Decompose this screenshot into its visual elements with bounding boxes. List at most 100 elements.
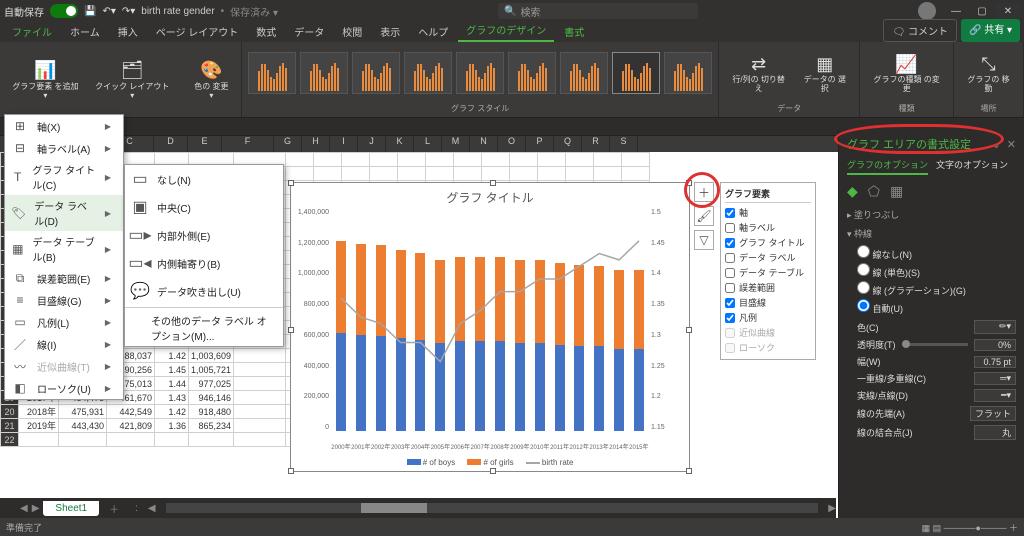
switch-row-col-button[interactable]: ⇄行/列の 切り替え [725, 50, 792, 96]
fill-line-icon[interactable]: ◆ [847, 183, 858, 200]
section-fill[interactable]: 塗りつぶし [839, 204, 1024, 223]
section-line[interactable]: 枠線 [839, 223, 1024, 242]
tab-data[interactable]: データ [286, 21, 332, 42]
y-axis-left[interactable]: 1,400,0001,200,0001,000,000800,000600,00… [293, 209, 329, 431]
chart-style-thumb[interactable] [664, 52, 712, 94]
flyout-item[interactable]: 目盛線 [725, 295, 811, 310]
chart-title[interactable]: グラフ タイトル [291, 183, 689, 212]
line-solid-radio[interactable]: 線 (単色)(S) [857, 262, 1016, 280]
menu-item-data_table[interactable]: ▦データ テーブル(B)▶ [5, 231, 123, 267]
chart-styles-gallery[interactable] [248, 44, 712, 102]
flyout-item[interactable]: データ テーブル [725, 265, 811, 280]
chart-style-thumb[interactable] [300, 52, 348, 94]
tab-help[interactable]: ヘルプ [410, 21, 456, 42]
add-chart-element-menu[interactable]: ⊞軸(X)▶⊟軸ラベル(A)▶Tグラフ タイトル(C)▶🏷データ ラベル(D)▶… [4, 114, 124, 400]
add-chart-element-button[interactable]: 📊 グラフ要素 を追加 ▾ [6, 57, 85, 103]
chart-elements-plus-button[interactable]: ＋ [694, 182, 714, 202]
x-axis[interactable]: 2000年2001年2002年2003年2004年2005年2006年2007年… [331, 442, 649, 451]
autosave-toggle[interactable] [50, 4, 78, 18]
tab-file[interactable]: ファイル [4, 21, 60, 42]
change-chart-type-button[interactable]: 📈グラフの種類 の変更 [866, 50, 947, 96]
tab-formulas[interactable]: 数式 [248, 21, 284, 42]
y-axis-right[interactable]: 1.51.451.41.351.31.251.21.15 [651, 209, 687, 431]
chart-styles-brush-button[interactable]: 🖌 [694, 206, 714, 226]
width-value[interactable]: 0.75 pt [974, 356, 1016, 368]
menu-item-updown_bars[interactable]: ◧ローソク(U)▶ [5, 377, 123, 399]
chart-filter-button[interactable]: ▽ [694, 230, 714, 250]
chart-style-thumb[interactable] [352, 52, 400, 94]
move-chart-button[interactable]: ⤡グラフの 移動 [960, 50, 1017, 96]
flyout-item[interactable]: 凡例 [725, 310, 811, 325]
user-avatar[interactable] [918, 2, 936, 20]
share-button[interactable]: 🔗 共有 ▾ [961, 19, 1020, 42]
pane-dropdown-icon[interactable]: ⌄ [992, 138, 1001, 151]
submenu-item-more[interactable]: その他のデータ ラベル オプション(M)... [125, 310, 283, 346]
chart-style-thumb[interactable] [508, 52, 556, 94]
cap-value[interactable]: フラット [970, 406, 1016, 421]
tab-insert[interactable]: 挿入 [110, 21, 146, 42]
sheet-scroll-right-icon[interactable]: ▶ [32, 503, 40, 514]
data-labels-submenu[interactable]: ▭なし(N)▣中央(C)▭▸内部外側(E)▭◂内側軸寄り(B)💬データ吹き出し(… [124, 164, 284, 347]
tab-review[interactable]: 校閲 [334, 21, 370, 42]
transparency-value[interactable]: 0% [974, 339, 1016, 351]
pane-tab-text-options[interactable]: 文字のオプション [936, 158, 1008, 175]
change-colors-button[interactable]: 🎨 色の 変更 ▾ [188, 57, 236, 103]
tab-format[interactable]: 書式 [556, 21, 592, 42]
menu-item-axes[interactable]: ⊞軸(X)▶ [5, 115, 123, 137]
compound-value[interactable]: ═▾ [974, 372, 1016, 385]
minimize-button[interactable]: — [944, 3, 968, 19]
undo-icon[interactable]: ↶▾ [102, 6, 115, 17]
format-pane[interactable]: グラフ エリアの書式設定 ⌄ ✕ グラフのオプション 文字のオプション ◆ ⬠ … [838, 130, 1024, 518]
pane-tab-chart-options[interactable]: グラフのオプション [847, 158, 928, 175]
sheet-scroll-left-icon[interactable]: ◀ [20, 503, 28, 514]
tab-page-layout[interactable]: ページ レイアウト [148, 21, 247, 42]
hscroll-left-icon[interactable]: ◀ [148, 503, 156, 514]
tab-chart-design[interactable]: グラフのデザイン [458, 19, 554, 42]
chart-legend[interactable]: # of boys # of girls birth rate [291, 458, 689, 467]
chart-style-thumb[interactable] [612, 52, 660, 94]
add-sheet-button[interactable]: ＋ [103, 501, 125, 516]
submenu-item-inside_base[interactable]: ▭◂内側軸寄り(B) [125, 249, 283, 277]
comments-button[interactable]: 🗨 コメント [883, 19, 956, 42]
dash-value[interactable]: ━▾ [974, 389, 1016, 402]
line-none-radio[interactable]: 線なし(N) [857, 244, 1016, 262]
menu-item-trendline[interactable]: 〰近似曲線(T)▶ [5, 355, 123, 377]
saved-status[interactable]: 保存済み ▾ [230, 4, 278, 19]
menu-item-legend[interactable]: ▭凡例(L)▶ [5, 311, 123, 333]
embedded-chart[interactable]: グラフ タイトル 1,400,0001,200,0001,000,000800,… [290, 182, 690, 472]
color-picker[interactable]: ✏▾ [974, 320, 1016, 334]
flyout-item[interactable]: グラフ タイトル [725, 235, 811, 250]
menu-item-lines[interactable]: ／線(I)▶ [5, 333, 123, 355]
flyout-item[interactable]: 軸 [725, 205, 811, 220]
menu-item-error_bars[interactable]: ⧉誤差範囲(E)▶ [5, 267, 123, 289]
transparency-slider[interactable] [902, 343, 969, 346]
flyout-item[interactable]: データ ラベル [725, 250, 811, 265]
plot-area[interactable] [331, 209, 649, 431]
maximize-button[interactable]: ▢ [970, 3, 994, 19]
submenu-item-none[interactable]: ▭なし(N) [125, 165, 283, 193]
menu-item-chart_title[interactable]: Tグラフ タイトル(C)▶ [5, 159, 123, 195]
line-auto-radio[interactable]: 自動(U) [857, 298, 1016, 316]
tab-view[interactable]: 表示 [372, 21, 408, 42]
search-box[interactable]: 🔍 検索 [498, 3, 698, 19]
submenu-item-inside_end[interactable]: ▭▸内部外側(E) [125, 221, 283, 249]
line-series[interactable] [331, 209, 649, 432]
chart-style-thumb[interactable] [456, 52, 504, 94]
join-value[interactable]: 丸 [974, 425, 1016, 440]
select-data-button[interactable]: ▦データの 選択 [796, 50, 853, 96]
chart-style-thumb[interactable] [404, 52, 452, 94]
submenu-item-callout[interactable]: 💬データ吹き出し(U) [125, 277, 283, 305]
close-button[interactable]: ✕ [996, 3, 1020, 19]
tab-home[interactable]: ホーム [62, 21, 108, 42]
menu-item-axis_titles[interactable]: ⊟軸ラベル(A)▶ [5, 137, 123, 159]
chart-elements-flyout[interactable]: グラフ要素 軸 軸ラベル グラフ タイトル データ ラベル データ テーブル 誤… [720, 182, 816, 360]
menu-item-data_labels[interactable]: 🏷データ ラベル(D)▶ [5, 195, 123, 231]
horizontal-scrollbar[interactable] [166, 503, 819, 513]
chart-style-thumb[interactable] [560, 52, 608, 94]
redo-icon[interactable]: ↷▾ [122, 6, 135, 17]
pane-close-icon[interactable]: ✕ [1007, 138, 1016, 151]
hscroll-right-icon[interactable]: ▶ [828, 503, 836, 514]
effects-icon[interactable]: ⬠ [868, 183, 880, 200]
sheet-tab-sheet1[interactable]: Sheet1 [43, 501, 99, 516]
submenu-item-center[interactable]: ▣中央(C) [125, 193, 283, 221]
